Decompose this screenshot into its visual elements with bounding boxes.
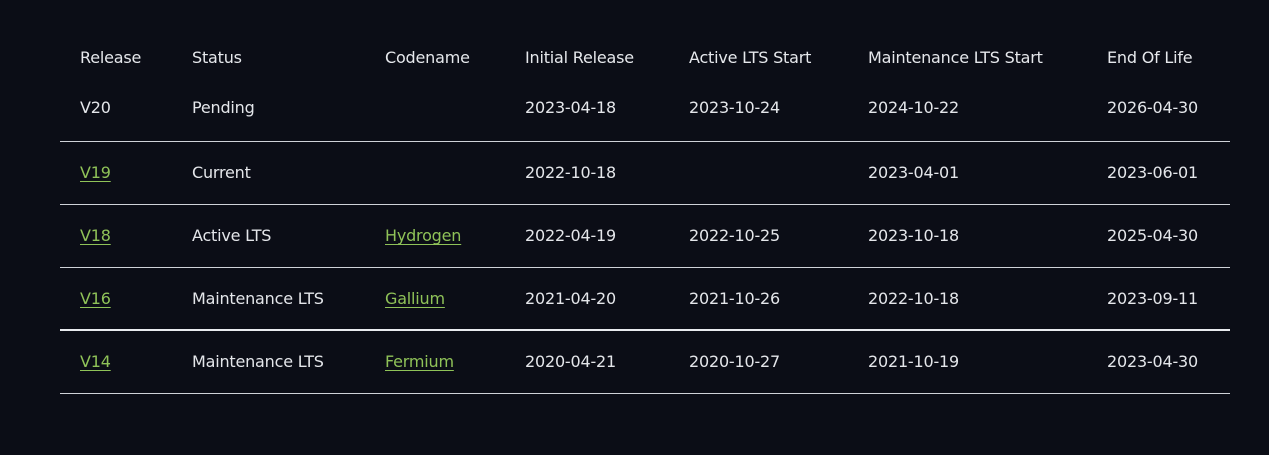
table-body: V20 Pending 2023-04-18 2023-10-24 2024-1… bbox=[60, 89, 1230, 393]
release-label: V20 bbox=[80, 98, 111, 117]
status-cell: Pending bbox=[192, 98, 255, 117]
table-row-v18: V18 Active LTS Hydrogen 2022-04-19 2022-… bbox=[60, 204, 1230, 267]
table-row-v20: V20 Pending 2023-04-18 2023-10-24 2024-1… bbox=[60, 89, 1230, 141]
status-cell: Maintenance LTS bbox=[192, 352, 324, 372]
codename-link-fermium[interactable]: Fermium bbox=[385, 352, 454, 371]
maintenance-lts-start-cell: 2022-10-18 bbox=[868, 288, 959, 308]
header-status: Status bbox=[192, 48, 242, 67]
codename-link-hydrogen[interactable]: Hydrogen bbox=[385, 226, 461, 245]
release-link-v19[interactable]: V19 bbox=[80, 163, 111, 182]
initial-release-cell: 2022-10-18 bbox=[525, 163, 616, 182]
header-row: Release Status Codename Initial Release … bbox=[60, 26, 1230, 89]
codename-cell: Fermium bbox=[365, 330, 505, 393]
release-link-v18[interactable]: V18 bbox=[80, 226, 111, 245]
maintenance-lts-start-cell: 2023-04-01 bbox=[868, 163, 959, 182]
header-initial-release: Initial Release bbox=[525, 48, 634, 67]
initial-release-cell: 2021-04-20 bbox=[525, 288, 616, 308]
end-of-life-cell: 2023-04-30 bbox=[1107, 352, 1198, 372]
header-active-lts-start: Active LTS Start bbox=[689, 48, 812, 67]
active-lts-start-cell: 2021-10-26 bbox=[689, 288, 780, 308]
release-cell: V18 bbox=[60, 204, 172, 267]
header-codename: Codename bbox=[385, 48, 470, 67]
release-cell: V20 bbox=[60, 89, 172, 141]
codename-cell bbox=[365, 141, 505, 204]
table-header: Release Status Codename Initial Release … bbox=[60, 26, 1230, 89]
initial-release-cell: 2022-04-19 bbox=[525, 226, 616, 245]
active-lts-start-cell: 2020-10-27 bbox=[689, 352, 780, 372]
release-link-v16[interactable]: V16 bbox=[80, 289, 111, 308]
release-link-v14[interactable]: V14 bbox=[80, 352, 111, 371]
status-cell: Current bbox=[192, 163, 251, 182]
maintenance-lts-start-cell: 2021-10-19 bbox=[868, 352, 959, 372]
header-release: Release bbox=[80, 48, 142, 67]
end-of-life-cell: 2025-04-30 bbox=[1107, 226, 1198, 245]
maintenance-lts-start-cell: 2024-10-22 bbox=[868, 98, 959, 117]
initial-release-cell: 2023-04-18 bbox=[525, 98, 616, 117]
table-row-v14: V14 Maintenance LTS Fermium 2020-04-21 2… bbox=[60, 330, 1230, 393]
codename-cell: Gallium bbox=[365, 267, 505, 330]
codename-cell bbox=[365, 89, 505, 141]
release-cell: V19 bbox=[60, 141, 172, 204]
status-cell: Active LTS bbox=[192, 226, 272, 245]
codename-cell: Hydrogen bbox=[365, 204, 505, 267]
maintenance-lts-start-cell: 2023-10-18 bbox=[868, 226, 959, 245]
status-cell: Maintenance LTS bbox=[192, 288, 324, 308]
release-cell: V14 bbox=[60, 330, 172, 393]
table-row-v19: V19 Current 2022-10-18 2023-04-01 2023-0… bbox=[60, 141, 1230, 204]
active-lts-start-cell: 2023-10-24 bbox=[689, 98, 780, 117]
codename-link-gallium[interactable]: Gallium bbox=[385, 289, 445, 308]
header-end-of-life: End Of Life bbox=[1107, 48, 1193, 67]
release-cell: V16 bbox=[60, 267, 172, 330]
header-maintenance-lts-start: Maintenance LTS Start bbox=[868, 48, 1043, 67]
page: Release Status Codename Initial Release … bbox=[0, 0, 1269, 455]
active-lts-start-cell bbox=[669, 141, 848, 204]
initial-release-cell: 2020-04-21 bbox=[525, 352, 616, 372]
end-of-life-cell: 2023-09-11 bbox=[1107, 288, 1198, 308]
table-row-v16: V16 Maintenance LTS Gallium 2021-04-20 2… bbox=[60, 267, 1230, 330]
end-of-life-cell: 2023-06-01 bbox=[1107, 163, 1198, 182]
end-of-life-cell: 2026-04-30 bbox=[1107, 98, 1198, 117]
active-lts-start-cell: 2022-10-25 bbox=[689, 226, 780, 245]
release-schedule-table: Release Status Codename Initial Release … bbox=[60, 26, 1230, 394]
